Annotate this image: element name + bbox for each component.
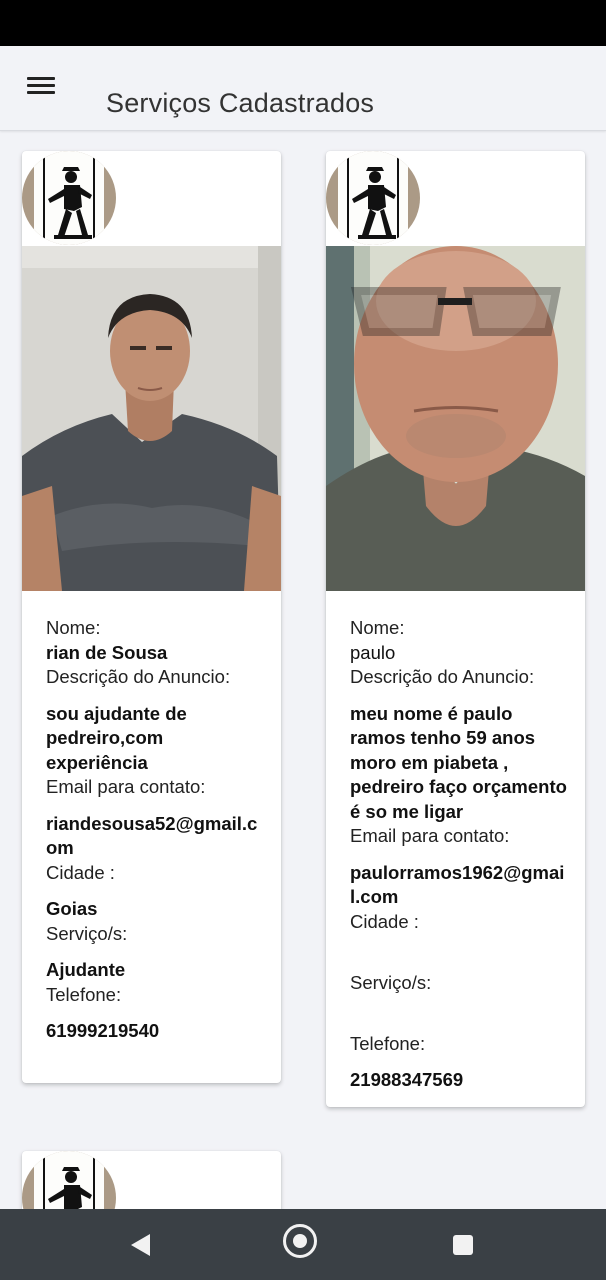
page-title: Serviços Cadastrados (106, 88, 375, 118)
descricao-value: meu nome é paulo ramos tenho 59 anos mor… (350, 702, 567, 822)
service-card[interactable]: Nome: rian de Sousa Descrição do Anuncio… (22, 151, 281, 1083)
service-info: Nome: paulo Descrição do Anuncio: meu no… (350, 616, 570, 1093)
menu-icon[interactable] (24, 74, 58, 100)
nome-label: Nome: (46, 617, 101, 638)
telefone-label: Telefone: (350, 1032, 426, 1054)
servico-label: Serviço/s: (350, 971, 432, 993)
servico-label: Serviço/s: (46, 922, 128, 944)
worker-logo (22, 151, 116, 245)
email-label: Email para contato: (46, 776, 206, 797)
telefone-value: 21988347569 (350, 1069, 464, 1090)
app-bar: Serviços Cadastrados (0, 46, 606, 131)
cidade-label: Cidade : (46, 861, 115, 883)
email-value: paulorramos1962@gmail.com (350, 861, 565, 908)
profile-photo (22, 246, 281, 591)
cidade-value: Goias (46, 898, 98, 919)
profile-photo (326, 246, 585, 591)
recent-apps-icon[interactable] (453, 1235, 473, 1255)
service-info: Nome: rian de Sousa Descrição do Anuncio… (46, 616, 266, 1044)
cidade-label: Cidade : (350, 910, 419, 932)
servico-value: Ajudante (46, 959, 126, 980)
status-bar (0, 0, 606, 46)
telefone-value: 61999219540 (46, 1020, 160, 1041)
nome-label: Nome: (350, 617, 405, 638)
worker-logo (326, 151, 420, 245)
nome-value: rian de Sousa (46, 641, 168, 663)
descricao-label: Descrição do Anuncio: (350, 666, 535, 687)
telefone-label: Telefone: (46, 983, 122, 1005)
email-label: Email para contato: (350, 825, 510, 846)
descricao-label: Descrição do Anuncio: (46, 666, 231, 687)
servico-value (350, 1007, 570, 1032)
home-icon[interactable] (283, 1224, 317, 1258)
email-value: riandesousa52@gmail.com (46, 812, 258, 859)
service-card[interactable]: Nome: paulo Descrição do Anuncio: meu no… (326, 151, 585, 1107)
descricao-value: sou ajudante de pedreiro,com experiência (46, 702, 187, 773)
cidade-value (350, 946, 570, 971)
nome-value: paulo (350, 641, 396, 663)
back-icon[interactable] (129, 1233, 153, 1262)
